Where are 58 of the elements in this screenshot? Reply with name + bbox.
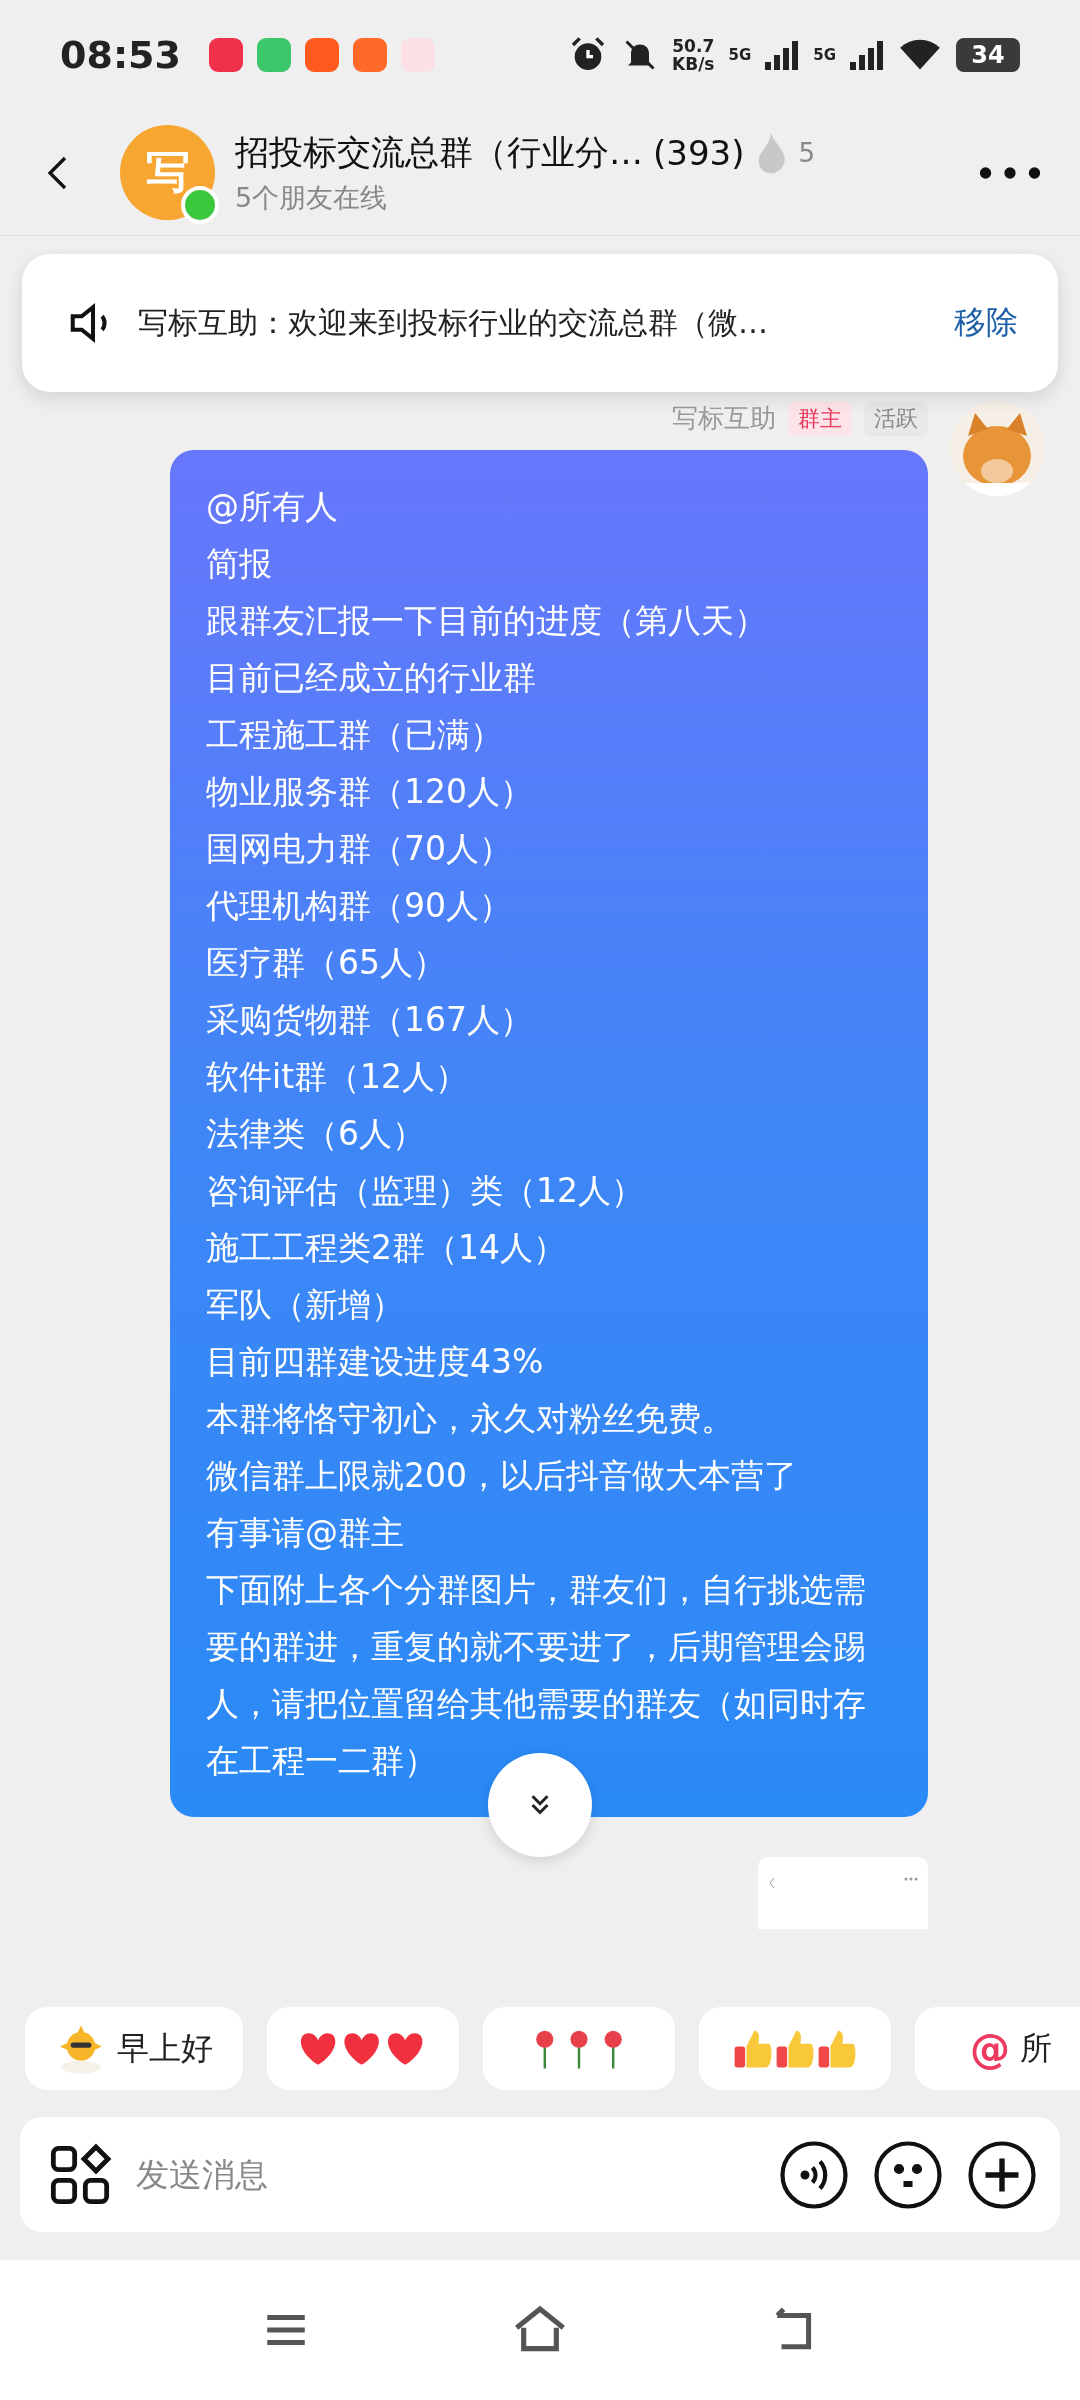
emoji-button[interactable] — [872, 2138, 944, 2211]
quick-reply-chip[interactable] — [267, 2007, 459, 2090]
member-count: (393) — [653, 132, 745, 173]
message-text: 施工工程类2群（14人） — [206, 1227, 567, 1269]
signal-icon — [850, 40, 884, 70]
dots-icon — [904, 1877, 918, 1881]
message-input[interactable]: 发送消息 — [134, 2154, 756, 2195]
message-text: 代理机构群（90人） — [206, 885, 513, 927]
quick-reply-chip[interactable]: 早上好 — [25, 2007, 243, 2090]
message-text: 微信群上限就200，以后抖音做大本营了 — [206, 1455, 798, 1497]
app-notification-icon — [352, 38, 387, 72]
message-text: 本群将恪守初心，永久对粉丝免费。 — [206, 1398, 735, 1440]
online-friends-count: 5个朋友在线 — [235, 180, 389, 215]
signal-icon — [765, 40, 800, 70]
quick-reply-chip[interactable] — [483, 2007, 675, 2090]
message-text: 目前已经成立的行业群 — [206, 657, 537, 699]
message-text: 软件it群（12人） — [206, 1056, 470, 1098]
quick-reply-chip[interactable] — [699, 2007, 891, 2090]
network-type: 5G — [728, 46, 752, 64]
app-notification-icon — [256, 38, 291, 72]
message-text: 军队（新增） — [206, 1284, 405, 1326]
role-badge: 活跃 — [864, 401, 928, 436]
message-text: 工程施工群（已满） — [206, 714, 504, 756]
message-text: 物业服务群（120人） — [206, 771, 534, 813]
app-notification-icon — [304, 38, 339, 72]
plus-icon — [966, 2138, 1038, 2211]
message-text: 咨询评估（监理）类（12人） — [206, 1170, 645, 1212]
message-text: 法律类（6人） — [206, 1113, 426, 1155]
at-symbol: @ — [970, 2025, 1010, 2072]
sender-name: 写标互助 — [672, 402, 776, 435]
clock-time: 08:53 — [60, 33, 181, 77]
message-text: 医疗群（65人） — [206, 942, 447, 984]
apps-button[interactable] — [48, 2142, 112, 2207]
quick-reply-chip[interactable]: @ 所 — [915, 2007, 1080, 2090]
role-badge: 群主 — [788, 401, 852, 436]
message-text: 简报 — [206, 543, 273, 585]
message-text: 采购货物群（167人） — [206, 999, 534, 1041]
add-button[interactable] — [966, 2138, 1038, 2211]
notice-text: 写标互助：欢迎来到投标行业的交流总群（微… — [138, 303, 769, 342]
network-type: 5G — [813, 46, 836, 64]
message-text: 下面附上各个分群图片，群友们，自行挑选需要的群进，重复的就不要进了，后期管理会踢人，请把位置留给其他需要的群友（如同时存在工程一二群） — [206, 1569, 867, 1782]
more-icon — [978, 166, 1042, 179]
emoji-icon — [872, 2138, 944, 2211]
message-text: 国网电力群（70人） — [206, 828, 513, 870]
remove-button[interactable]: 移除 — [954, 301, 1018, 345]
heat-count: 5 — [798, 137, 815, 168]
network-speed: 50.7 KB/s — [672, 37, 715, 73]
message-text: 跟群友汇报一下目前的进度（第八天） — [206, 600, 768, 642]
message-text: 有事请@群主 — [206, 1512, 405, 1554]
voice-button[interactable] — [778, 2138, 850, 2211]
voice-icon — [778, 2138, 850, 2211]
message-text: 目前四群建设进度43% — [206, 1341, 545, 1383]
app-notification-icon — [208, 38, 243, 72]
battery-level: 34 — [956, 38, 1020, 72]
apps-icon — [48, 2142, 112, 2207]
group-title: 招投标交流总群（行业分… — [235, 130, 643, 174]
message-text: @所有人 — [206, 486, 339, 528]
chevron-left-icon — [768, 1877, 776, 1889]
